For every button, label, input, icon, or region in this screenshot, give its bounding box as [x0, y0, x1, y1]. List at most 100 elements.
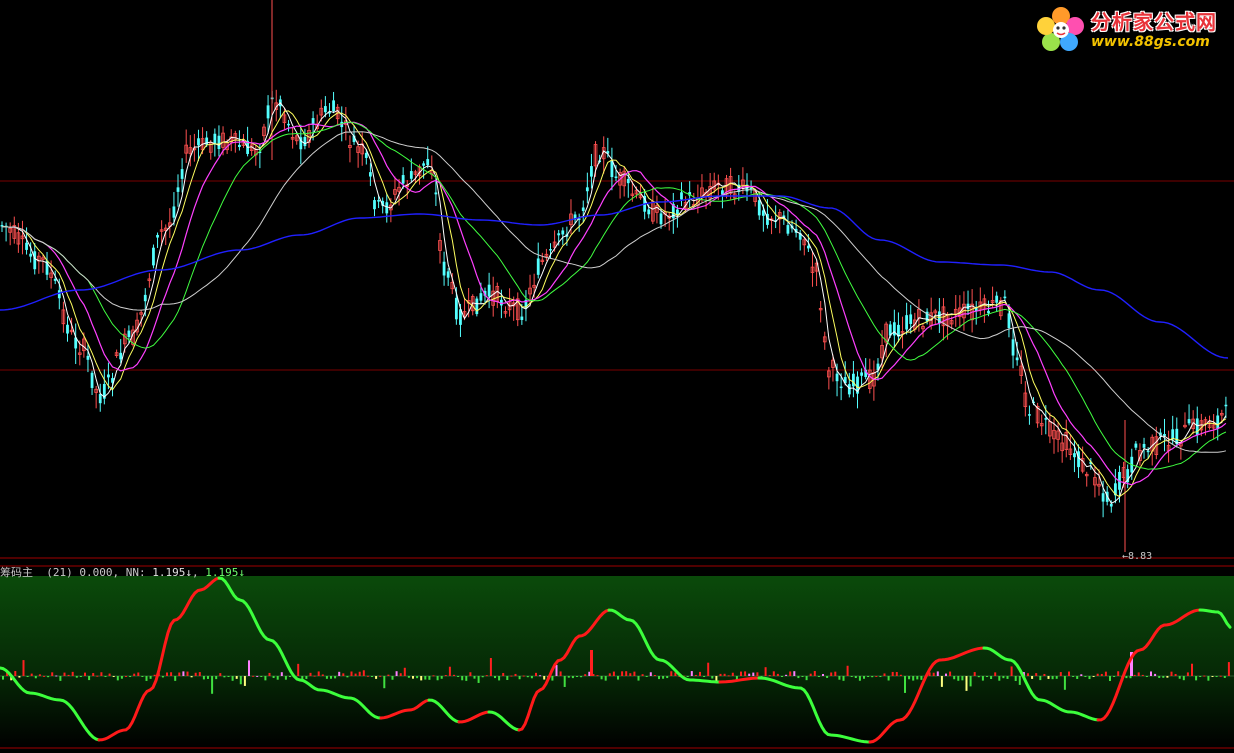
candle-body — [176, 187, 180, 192]
histogram-bar — [461, 676, 464, 681]
candle-body — [475, 298, 479, 315]
histogram-bar — [153, 674, 156, 676]
histogram-bar — [703, 676, 706, 677]
histogram-bar — [694, 674, 697, 676]
candle-body — [90, 372, 94, 388]
histogram-bar — [883, 673, 886, 676]
candle-body — [680, 192, 683, 200]
histogram-bar — [875, 675, 878, 677]
candle-body — [1028, 414, 1031, 416]
histogram-bar — [526, 676, 529, 678]
histogram-bar — [350, 671, 353, 676]
histogram-bar — [18, 676, 21, 678]
histogram-bar — [793, 671, 796, 676]
histogram-bar — [436, 676, 439, 681]
histogram-bar — [530, 676, 533, 679]
histogram-bar — [149, 676, 152, 679]
candle-body — [479, 293, 483, 301]
histogram-bar — [1170, 671, 1173, 676]
histogram-bar — [649, 672, 652, 676]
candle-body — [909, 314, 913, 324]
histogram-bar — [1174, 673, 1177, 676]
histogram-bar — [440, 676, 443, 679]
histogram-bar — [1215, 676, 1218, 677]
logo-title: 分析家公式网 — [1091, 10, 1217, 34]
candle-body — [1073, 453, 1076, 458]
histogram-bar — [55, 675, 58, 677]
histogram-bar — [399, 673, 402, 676]
histogram-bar — [990, 676, 993, 680]
histogram-bar — [92, 673, 95, 676]
histogram-bar — [22, 660, 25, 676]
histogram-bar — [535, 672, 537, 676]
histogram-bar — [551, 676, 554, 681]
histogram-bar — [59, 676, 62, 681]
histogram-bar — [1014, 676, 1017, 681]
histogram-bar — [789, 671, 792, 676]
candle-body — [610, 161, 614, 178]
histogram-bar — [522, 675, 525, 677]
histogram-bar — [432, 675, 435, 677]
histogram-bar — [1137, 672, 1140, 676]
histogram-bar — [334, 676, 337, 679]
histogram-bar — [1195, 676, 1198, 681]
histogram-bar — [325, 676, 328, 679]
histogram-bar — [1031, 676, 1034, 679]
histogram-bar — [863, 676, 865, 679]
candle-body — [119, 352, 123, 360]
histogram-bar — [1219, 675, 1222, 677]
histogram-bar — [543, 676, 546, 680]
histogram-bar — [998, 676, 1001, 681]
candle-body — [385, 202, 389, 214]
histogram-bar — [961, 676, 964, 681]
candle-body — [152, 247, 155, 266]
histogram-bar — [79, 676, 82, 677]
candle-body — [303, 136, 307, 147]
histogram-bar — [1186, 672, 1189, 676]
candle-body — [401, 175, 405, 184]
histogram-bar — [477, 676, 480, 683]
histogram-bar — [276, 676, 279, 680]
histogram-bar — [957, 676, 960, 681]
histogram-bar — [235, 676, 238, 679]
histogram-bar — [407, 676, 410, 678]
histogram-bar — [1223, 676, 1226, 678]
histogram-bar — [809, 673, 812, 676]
histogram-bar — [383, 676, 386, 689]
histogram-bar — [494, 676, 496, 679]
ma-line-blue — [0, 195, 1229, 359]
candle-body — [127, 330, 131, 338]
candle-body — [323, 106, 327, 113]
candle-body — [581, 207, 585, 211]
histogram-bar — [940, 676, 943, 687]
candle-body — [33, 251, 37, 270]
candle-body — [1109, 503, 1113, 507]
histogram-bar — [362, 670, 365, 676]
histogram-bar — [658, 676, 660, 680]
histogram-bar — [830, 672, 833, 676]
candle-body — [561, 230, 565, 235]
histogram-bar — [354, 673, 357, 676]
histogram-bar — [289, 676, 291, 677]
candle-body — [1171, 429, 1175, 440]
histogram-bar — [686, 676, 689, 677]
histogram-bar — [1076, 676, 1079, 679]
candle-body — [1007, 313, 1011, 329]
candle-body — [536, 258, 540, 275]
site-logo: 分析家公式网 www.88gs.com — [1033, 2, 1231, 54]
histogram-bar — [186, 671, 189, 676]
logo-url: www.88gs.com — [1091, 34, 1210, 50]
histogram-bar — [822, 674, 824, 676]
histogram-bar — [1084, 676, 1087, 677]
histogram-bar — [465, 676, 468, 681]
candle-body — [213, 133, 217, 145]
candle-body — [332, 100, 335, 112]
candle-body — [25, 242, 28, 250]
candle-body — [373, 200, 376, 210]
histogram-bar — [321, 674, 324, 676]
candle-body — [549, 249, 552, 251]
candle-body — [454, 297, 458, 320]
low-price-value: 8.83 — [1128, 551, 1153, 562]
histogram-bar — [1010, 666, 1013, 676]
histogram-bar — [47, 676, 50, 678]
